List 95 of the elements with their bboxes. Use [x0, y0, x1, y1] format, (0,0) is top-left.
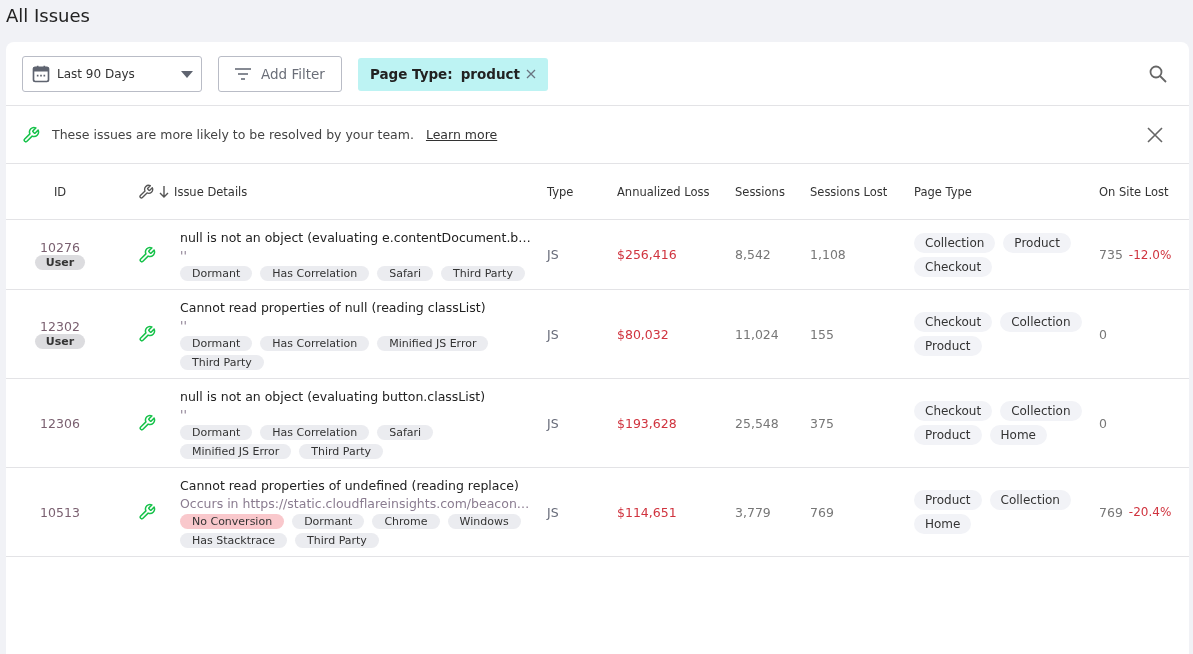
column-header[interactable]: Annualized Loss: [617, 184, 710, 199]
issue-subtitle: '': [180, 248, 187, 263]
page-type-tag: Collection: [989, 490, 1071, 510]
annualized-loss: $256,416: [617, 247, 677, 262]
annualized-loss: $193,628: [617, 415, 677, 431]
page-type-tag: Collection: [914, 232, 996, 253]
issue-type: JS: [547, 504, 559, 520]
learn-more-link[interactable]: Learn more: [425, 127, 498, 142]
user-badge: User: [34, 254, 86, 270]
tag: Dormant: [292, 514, 365, 529]
tag: Safari: [377, 425, 434, 440]
column-header[interactable]: ID: [53, 184, 67, 199]
sessions-lost: 375: [810, 415, 834, 431]
tag: Has Correlation: [260, 425, 370, 440]
issue-type: JS: [547, 415, 559, 431]
page-type-tag: Product: [914, 490, 982, 510]
tag: Safari: [377, 266, 434, 281]
sessions-count: 11,024: [735, 326, 779, 342]
tag: Has Stacktrace: [180, 533, 288, 548]
column-header[interactable]: Issue Details: [174, 184, 248, 199]
sessions-lost: 155: [810, 326, 834, 342]
tag: Dormant: [180, 425, 253, 440]
column-header[interactable]: On Site Lost: [1099, 184, 1169, 199]
page-type-tag: Checkout: [914, 256, 993, 277]
on-site-lost: 0: [1099, 415, 1107, 431]
date-range-dropdown[interactable]: Last 90 Days: [22, 56, 202, 92]
issue-title[interactable]: null is not an object (evaluating e.contentDocument.b…: [180, 230, 531, 245]
sessions-count: 8,542: [735, 247, 771, 262]
issue-title[interactable]: Cannot read properties of undefined (reading replace): [180, 478, 519, 493]
sessions-lost: 769: [810, 504, 834, 520]
calendar-icon: [31, 64, 51, 84]
filter-icon: [235, 68, 251, 80]
close-icon[interactable]: [526, 69, 536, 79]
sessions-lost: 1,108: [810, 247, 846, 262]
search-icon[interactable]: [1149, 65, 1167, 83]
page-type-tag: Collection: [1000, 401, 1082, 421]
notice-text: These issues are more likely to be resolved by your team.: [52, 127, 414, 142]
wrench-icon: [138, 325, 156, 343]
page-type-tag: Checkout: [914, 401, 993, 421]
tag: No Conversion: [180, 514, 285, 529]
page-title: All Issues: [6, 4, 91, 28]
annualized-loss: $114,651: [617, 504, 677, 520]
issue-type: JS: [547, 326, 559, 342]
wrench-icon: [138, 414, 156, 432]
issue-id[interactable]: 12302: [40, 319, 80, 334]
on-site-lost: 0: [1099, 326, 1107, 342]
wrench-icon: [138, 245, 156, 264]
page-type-tag: Product: [1003, 232, 1071, 253]
page-type-tag: Collection: [1000, 312, 1082, 332]
column-header[interactable]: Type: [547, 184, 574, 199]
issue-title[interactable]: Cannot read properties of null (reading classList): [180, 300, 486, 315]
issue-subtitle: '': [180, 407, 187, 422]
tag: Minified JS Error: [377, 336, 489, 351]
tag: Dormant: [180, 336, 253, 351]
issue-subtitle: '': [180, 318, 187, 333]
page-type-tag: Product: [914, 425, 982, 445]
tag: Chrome: [372, 514, 440, 529]
close-icon[interactable]: [1147, 126, 1163, 143]
page-type-tag: Home: [989, 425, 1047, 445]
issue-id[interactable]: 10276: [40, 239, 80, 255]
column-header[interactable]: Sessions: [735, 184, 785, 199]
sessions-count: 25,548: [735, 415, 779, 431]
user-badge: User: [34, 334, 86, 349]
wrench-icon: [138, 183, 154, 200]
tag: Dormant: [180, 266, 253, 281]
tag: Has Correlation: [260, 266, 370, 281]
wrench-icon: [138, 503, 156, 521]
page-type-tag: Checkout: [914, 312, 993, 332]
issue-id[interactable]: 12306: [40, 415, 80, 431]
tag: Minified JS Error: [180, 444, 292, 459]
annualized-loss: $80,032: [617, 326, 669, 342]
tag: Third Party: [295, 533, 379, 548]
on-site-lost: 769: [1099, 504, 1123, 520]
page-type-tag: Home: [914, 514, 972, 534]
column-header[interactable]: Sessions Lost: [810, 184, 888, 199]
issue-subtitle: Occurs in https://static.cloudflareinsights.com/beacon…: [180, 496, 530, 511]
issue-title[interactable]: null is not an object (evaluating button.classList): [180, 389, 486, 404]
wrench-icon: [22, 125, 40, 144]
page-type-tag: Product: [914, 336, 982, 356]
on-site-change: -12.0%: [1128, 247, 1172, 262]
tag: Has Correlation: [260, 336, 370, 351]
on-site-lost: 735: [1099, 247, 1123, 262]
issue-type: JS: [547, 247, 559, 262]
tag: Third Party: [180, 355, 264, 370]
caret-icon: [181, 70, 193, 78]
column-header[interactable]: Page Type: [914, 184, 972, 199]
on-site-change: -20.4%: [1128, 505, 1172, 519]
filter-chip[interactable]: Page Type: product: [357, 57, 548, 91]
sort-arrow-icon[interactable]: [159, 185, 169, 198]
tag: Third Party: [441, 266, 525, 281]
add-filter-button[interactable]: Add Filter: [218, 56, 342, 92]
tag: Windows: [447, 514, 521, 529]
issue-id[interactable]: 10513: [40, 504, 80, 520]
sessions-count: 3,779: [735, 504, 771, 520]
tag: Third Party: [299, 444, 384, 459]
